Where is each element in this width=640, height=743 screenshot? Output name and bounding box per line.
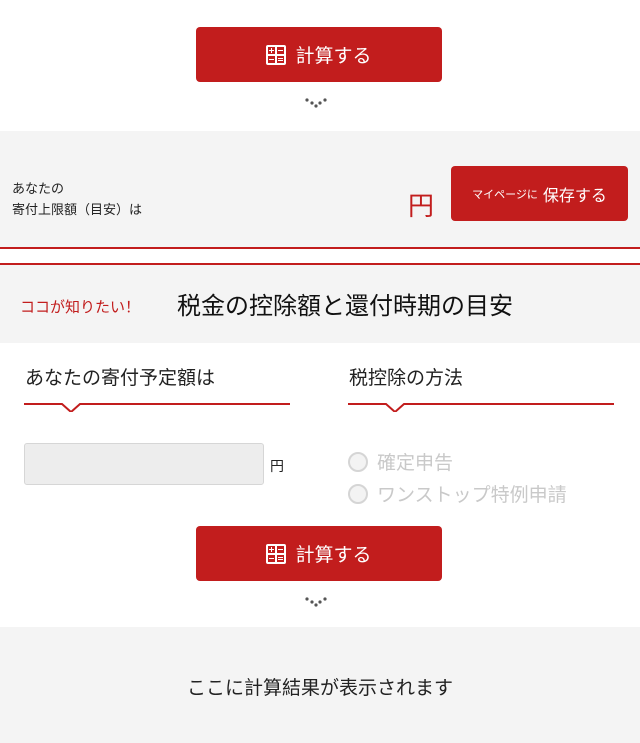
tax-method-heading: 税控除の方法 — [349, 367, 464, 389]
deduction-heading: 税金の控除額と還付時期の目安 — [177, 292, 513, 320]
scroll-down-dots-icon — [305, 597, 327, 607]
radio-one-stop[interactable]: ワンストップ特例申請 — [348, 480, 567, 507]
scroll-down-dots-icon — [305, 98, 327, 108]
calculator-icon — [266, 44, 287, 65]
top-calculate-button[interactable]: 計算する — [196, 27, 442, 82]
limit-label: あなたの 寄付上限額（目安）は — [12, 179, 142, 221]
donation-amount-input[interactable] — [24, 443, 264, 485]
radio-one-stop-label: ワンストップ特例申請 — [377, 484, 567, 506]
save-to-mypage-button[interactable]: マイページに 保存する — [451, 166, 628, 221]
divider-gap — [0, 249, 640, 263]
limit-label-line1: あなたの — [12, 182, 65, 197]
donation-amount-heading: あなたの寄付予定額は — [25, 367, 216, 389]
save-button-label: 保存する — [542, 185, 607, 205]
limit-currency: 円 — [408, 192, 435, 222]
result-message: ここに計算結果が表示されます — [186, 677, 453, 699]
bottom-calculate-label: 計算する — [295, 544, 372, 566]
radio-circle-icon — [348, 483, 368, 504]
save-button-small-label: マイページに — [472, 187, 538, 201]
bottom-calculate-button[interactable]: 計算する — [196, 526, 442, 581]
top-calculate-label: 計算する — [295, 45, 372, 67]
donation-currency: 円 — [270, 459, 284, 475]
callout-label: ココが知りたい！ — [20, 298, 141, 316]
radio-tax-return-label: 確定申告 — [377, 452, 454, 474]
limit-label-line2: 寄付上限額（目安）は — [12, 203, 143, 218]
radio-tax-return[interactable]: 確定申告 — [348, 448, 453, 475]
donation-heading-rule — [24, 403, 290, 412]
radio-circle-icon — [348, 451, 368, 472]
calculator-icon — [266, 543, 287, 564]
tax-method-heading-rule — [348, 403, 614, 412]
